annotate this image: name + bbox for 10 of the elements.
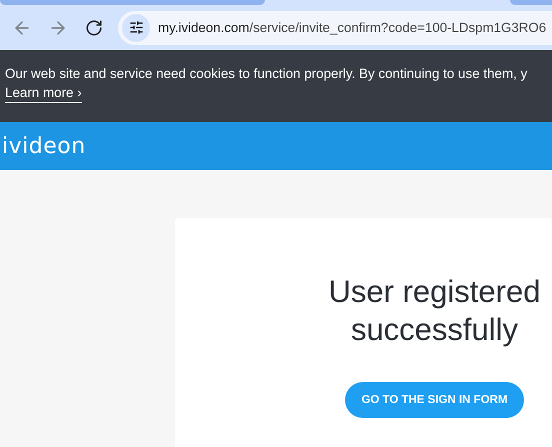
site-settings-button[interactable]: [122, 14, 150, 42]
url-text: my.ivideon.com/service/invite_confirm?code=100-LDspm1G3RO6: [158, 20, 546, 35]
learn-more-link[interactable]: Learn more ›: [5, 84, 82, 103]
cookie-notice: Our web site and service need cookies to function properly. By continuing to use them, y: [5, 65, 528, 83]
success-heading: User registered successfully: [328, 273, 540, 349]
logo: ivideon: [2, 134, 86, 158]
browser-tab[interactable]: [510, 0, 552, 5]
address-bar[interactable]: my.ivideon.com/service/invite_confirm?code=100-LDspm1G3RO6: [118, 10, 552, 44]
sliders-icon: [128, 20, 144, 35]
reload-icon[interactable]: [85, 18, 103, 36]
